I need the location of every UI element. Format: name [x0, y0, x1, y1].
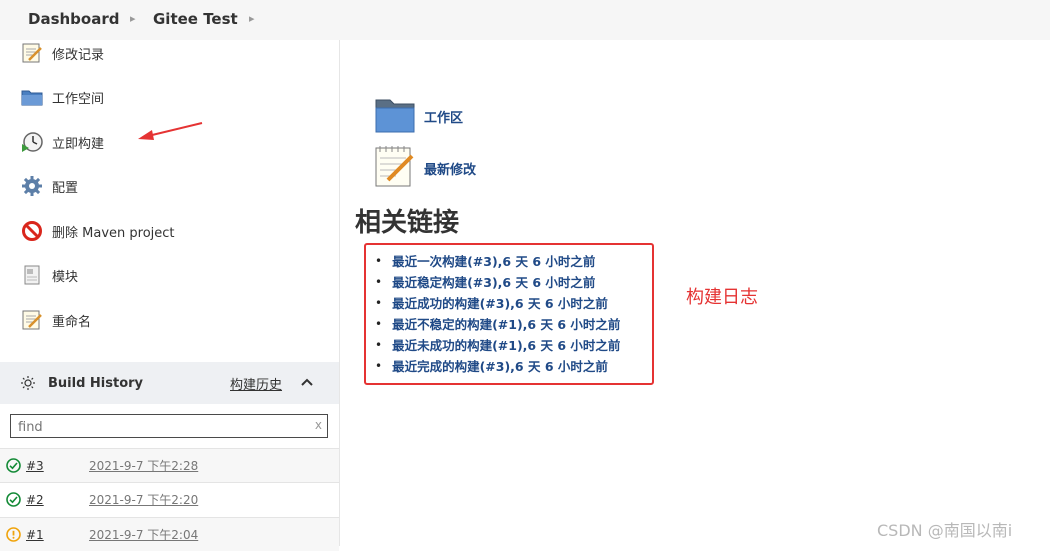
sidebar-item-rename[interactable]: 重命名 — [20, 307, 91, 333]
sidebar-item-changes[interactable]: 修改记录 — [20, 40, 104, 66]
list-item: 最近完成的构建(#3),6 天 6 小时之前 — [375, 355, 620, 376]
breadcrumb: Dashboard ▸ Gitee Test ▸ — [0, 0, 1050, 40]
notepad-icon — [20, 41, 44, 65]
breadcrumb-separator-icon[interactable]: ▸ — [130, 12, 136, 25]
build-date-link[interactable]: 2021-9-7 下午2:04 — [89, 526, 198, 543]
list-item: 最近成功的构建(#3),6 天 6 小时之前 — [375, 292, 620, 313]
last-completed-build-link[interactable]: 最近完成的构建(#3),6 天 6 小时之前 — [392, 356, 608, 375]
recent-changes-label: 最新修改 — [424, 162, 477, 178]
build-search-box: x — [10, 414, 328, 438]
last-unsuccessful-build-link[interactable]: 最近未成功的构建(#1),6 天 6 小时之前 — [392, 335, 620, 354]
unstable-warning-icon — [6, 527, 21, 542]
last-successful-build-link[interactable]: 最近成功的构建(#3),6 天 6 小时之前 — [392, 293, 608, 312]
build-history-trend-link[interactable]: 构建历史 — [230, 374, 282, 393]
chevron-up-icon[interactable] — [300, 376, 314, 391]
notepad-icon — [374, 144, 416, 192]
build-number-link[interactable]: #2 — [26, 493, 44, 507]
success-check-icon — [6, 458, 21, 473]
build-search-input[interactable] — [16, 416, 310, 438]
build-number-link[interactable]: #3 — [26, 459, 44, 473]
sidebar-item-workspace[interactable]: 工作空间 — [20, 84, 104, 110]
folder-icon — [374, 94, 416, 138]
last-stable-build-link[interactable]: 最近稳定构建(#3),6 天 6 小时之前 — [392, 272, 595, 291]
clock-build-icon — [20, 130, 44, 154]
success-check-icon — [6, 492, 21, 507]
annotation-build-log-label: 构建日志 — [686, 287, 758, 308]
notepad-icon — [20, 308, 44, 332]
sidebar-item-label: 删除 Maven project — [52, 225, 175, 241]
last-unstable-build-link[interactable]: 最近不稳定的构建(#1),6 天 6 小时之前 — [392, 314, 620, 333]
no-entry-icon — [20, 219, 44, 243]
build-date-link[interactable]: 2021-9-7 下午2:20 — [89, 491, 198, 508]
build-date-link[interactable]: 2021-9-7 下午2:28 — [89, 457, 198, 474]
build-row[interactable]: #2 2021-9-7 下午2:20 — [0, 482, 339, 516]
gear-icon — [20, 174, 44, 198]
related-links-list: 最近一次构建(#3),6 天 6 小时之前 最近稳定构建(#3),6 天 6 小… — [375, 250, 620, 376]
last-build-link[interactable]: 最近一次构建(#3),6 天 6 小时之前 — [392, 251, 595, 270]
sidebar: 修改记录 工作空间 立即构建 配置 删除 Maven project 模块 重命… — [0, 40, 340, 551]
build-history-header: Build History 构建历史 — [0, 362, 339, 404]
breadcrumb-dashboard[interactable]: Dashboard — [28, 10, 119, 28]
sidebar-item-label: 重命名 — [52, 314, 92, 330]
annotation-arrow-icon — [138, 122, 203, 140]
folder-icon — [20, 85, 44, 109]
list-item: 最近一次构建(#3),6 天 6 小时之前 — [375, 250, 620, 271]
build-row[interactable]: #3 2021-9-7 下午2:28 — [0, 448, 339, 482]
document-icon — [20, 263, 44, 287]
watermark: CSDN @南国以南i — [877, 521, 1013, 540]
sidebar-item-build-now[interactable]: 立即构建 — [20, 129, 104, 155]
list-item: 最近不稳定的构建(#1),6 天 6 小时之前 — [375, 313, 620, 334]
breadcrumb-separator-icon[interactable]: ▸ — [249, 12, 255, 25]
list-item: 最近未成功的构建(#1),6 天 6 小时之前 — [375, 334, 620, 355]
sidebar-item-label: 修改记录 — [52, 47, 105, 63]
sidebar-item-label: 工作空间 — [52, 91, 105, 107]
related-links-heading: 相关链接 — [355, 208, 460, 238]
sun-icon — [20, 375, 36, 391]
sidebar-item-modules[interactable]: 模块 — [20, 262, 78, 288]
sidebar-item-label: 模块 — [52, 269, 79, 285]
sidebar-item-configure[interactable]: 配置 — [20, 173, 78, 199]
recent-changes-link[interactable]: 最新修改 — [374, 144, 476, 192]
list-item: 最近稳定构建(#3),6 天 6 小时之前 — [375, 271, 620, 292]
workspace-link[interactable]: 工作区 — [374, 94, 463, 138]
sidebar-item-delete-project[interactable]: 删除 Maven project — [20, 218, 175, 244]
breadcrumb-gitee-test[interactable]: Gitee Test — [153, 10, 238, 28]
workspace-label: 工作区 — [424, 110, 464, 126]
build-number-link[interactable]: #1 — [26, 528, 44, 542]
sidebar-item-label: 配置 — [52, 180, 79, 196]
build-history-title: Build History — [48, 375, 144, 391]
clear-search-icon[interactable]: x — [315, 418, 322, 432]
sidebar-item-label: 立即构建 — [52, 136, 105, 152]
